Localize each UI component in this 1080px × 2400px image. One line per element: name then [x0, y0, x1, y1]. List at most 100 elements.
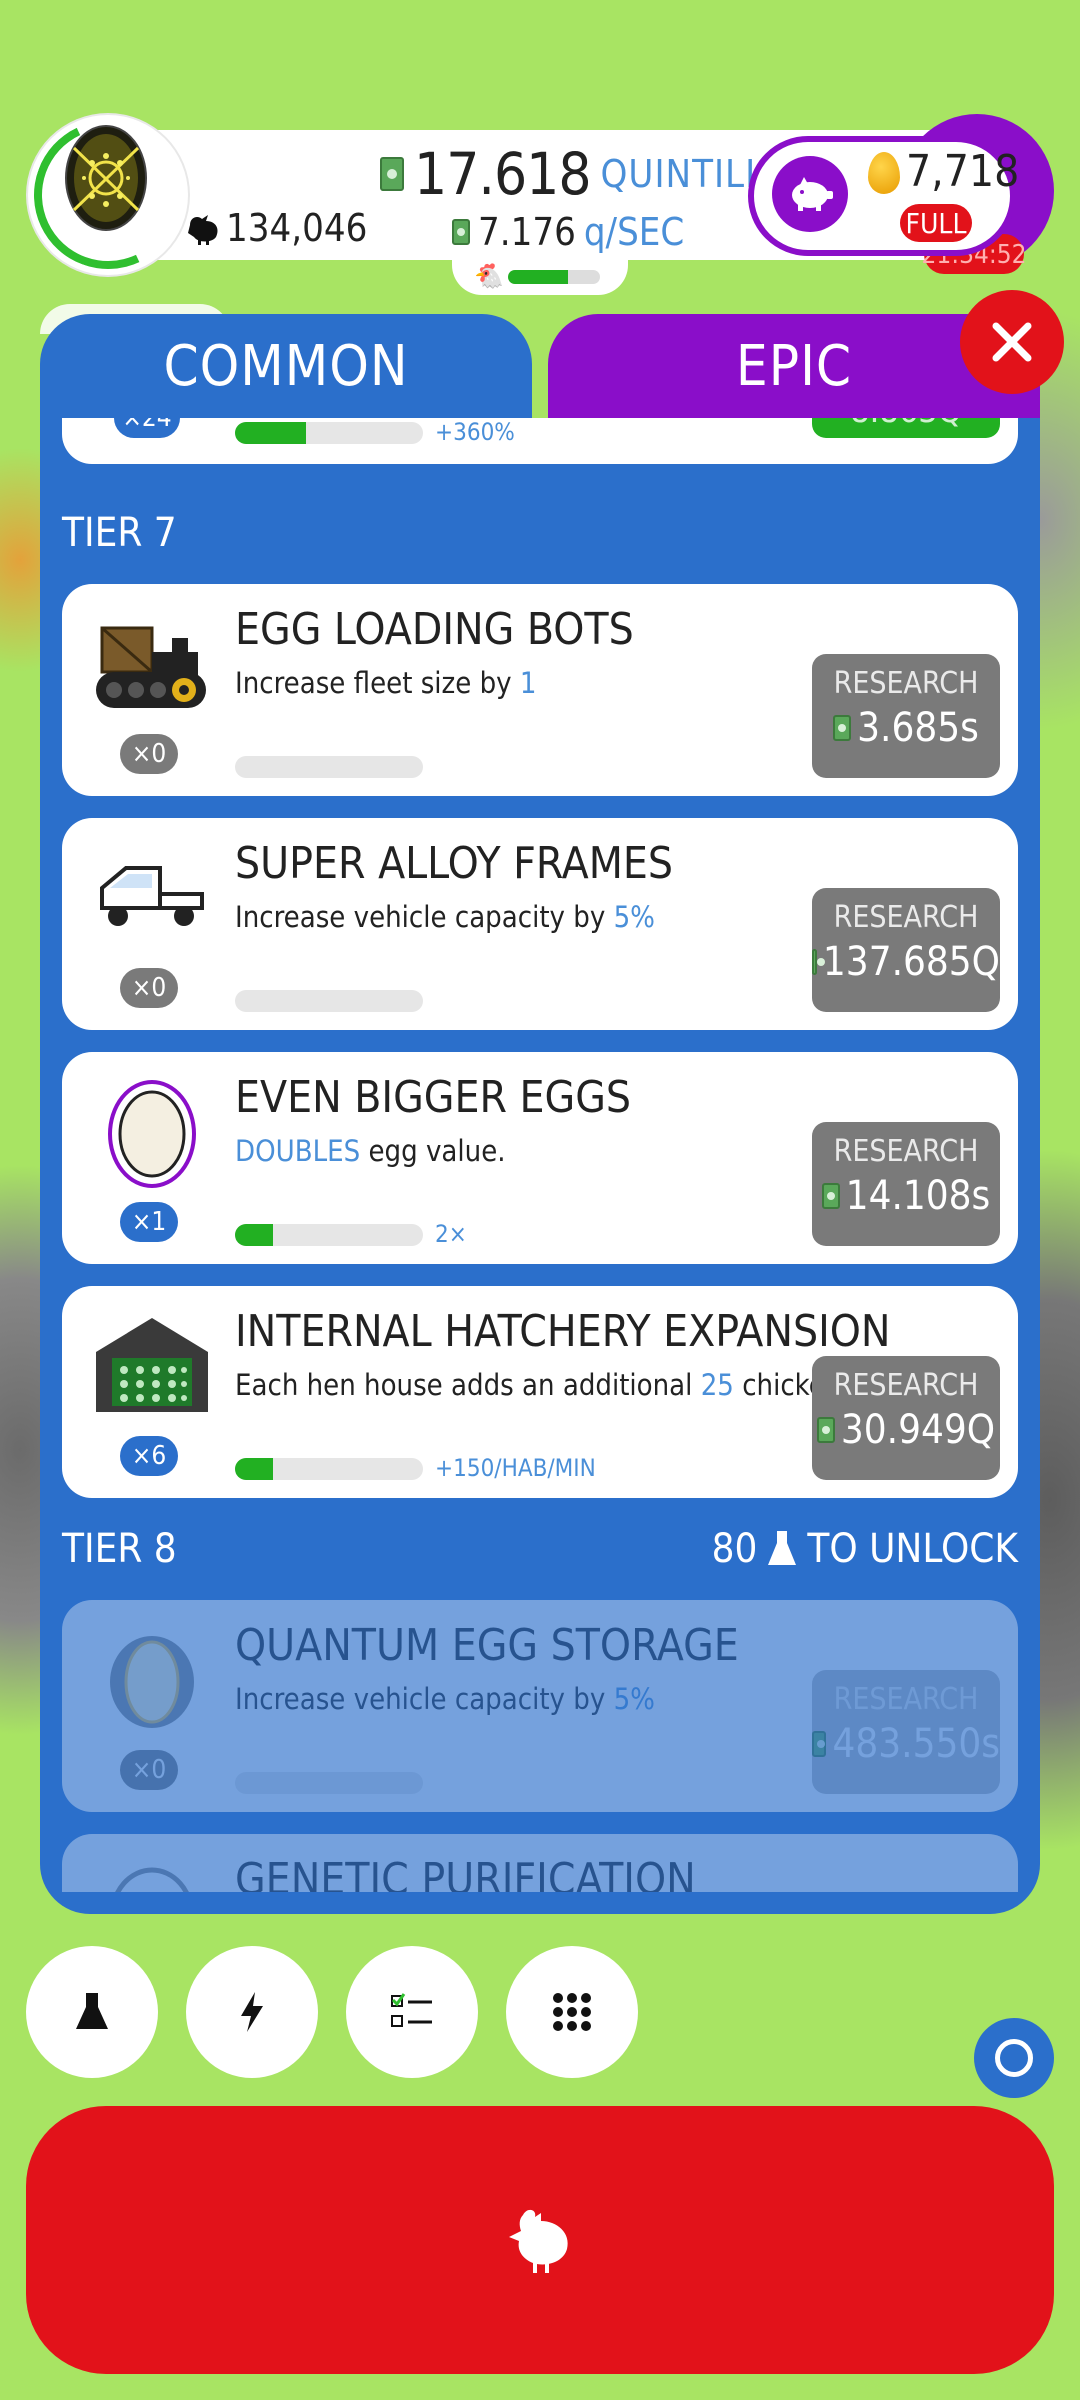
overlay-toggle-button[interactable] — [974, 2018, 1054, 2098]
research-title: EVEN BIGGER EGGS — [235, 1072, 632, 1123]
research-title: GENETIC PURIFICATION — [235, 1854, 696, 1892]
golden-egg-count: 7,718 — [906, 146, 1020, 197]
research-description: Increase vehicle capacity by 5% — [235, 900, 655, 934]
research-card-super-alloy-frames: ×0 SUPER ALLOY FRAMES Increase vehicle c… — [62, 818, 1018, 1030]
research-card-egg-loading-bots: ×0 EGG LOADING BOTS Increase fleet size … — [62, 584, 1018, 796]
research-card-quantum-egg-storage: ×0 QUANTUM EGG STORAGE Increase vehicle … — [62, 1600, 1018, 1812]
hab-capacity-bar — [508, 270, 600, 284]
research-list[interactable]: ×24 +360% 8.863Q TIER 7 ×0 EGG LOADING B… — [40, 418, 1040, 1892]
research-button-label: RESEARCH — [833, 666, 979, 701]
research-level-badge: ×0 — [120, 734, 178, 774]
research-button-label: RESEARCH — [833, 1368, 979, 1403]
tab-common-label: COMMON — [163, 334, 409, 399]
cash-icon — [452, 219, 470, 245]
quantum-egg-icon — [110, 1636, 194, 1728]
research-progress-label: +360% — [435, 418, 515, 446]
cash-icon — [380, 157, 404, 191]
tier-7-label: TIER 7 — [62, 510, 177, 556]
research-progress-fill — [235, 1458, 273, 1480]
research-card-genetic-purification: GENETIC PURIFICATION — [62, 1834, 1018, 1892]
boost-button[interactable] — [186, 1946, 318, 2078]
research-cost: 14.108s — [812, 1173, 1000, 1219]
research-progress-bar — [235, 1224, 423, 1246]
research-card-partial: ×24 +360% 8.863Q — [62, 418, 1018, 464]
research-button-label: RESEARCH — [833, 1134, 979, 1169]
menu-button[interactable] — [506, 1946, 638, 2078]
unlock-text: TO UNLOCK — [807, 1526, 1018, 1572]
research-progress-label: +150/HAB/MIN — [435, 1454, 596, 1482]
chicken-count: 134,046 — [186, 206, 367, 250]
research-progress-bar — [235, 990, 423, 1012]
research-button[interactable]: RESEARCH 14.108s — [812, 1122, 1000, 1246]
tier-8-unlock-requirement: 80 TO UNLOCK — [712, 1526, 1018, 1572]
research-title: SUPER ALLOY FRAMES — [235, 838, 674, 889]
rate-value: 7.176 — [478, 210, 576, 254]
golden-egg-icon — [868, 152, 900, 194]
research-progress-fill — [235, 1224, 273, 1246]
research-button-label: RESEARCH — [833, 1682, 979, 1717]
research-progress-label: 2× — [435, 1220, 467, 1248]
cash-icon — [816, 1417, 835, 1443]
current-egg-icon[interactable] — [62, 118, 150, 232]
research-level-badge: ×0 — [120, 968, 178, 1008]
research-description: Increase vehicle capacity by 5% — [235, 1682, 655, 1716]
hen-house-icon — [96, 1318, 208, 1412]
missions-button[interactable] — [346, 1946, 478, 2078]
research-title: QUANTUM EGG STORAGE — [235, 1620, 739, 1671]
cash-icon — [812, 1731, 827, 1757]
research-cost: 8.863Q — [850, 418, 962, 431]
dna-egg-icon — [115, 1867, 189, 1892]
piggy-full-badge: FULL — [900, 204, 972, 242]
menu-grid-icon — [553, 1993, 591, 2031]
research-cost: 137.685Q — [812, 939, 1000, 985]
research-level-badge: ×1 — [120, 1202, 178, 1242]
chicken-icon — [188, 215, 218, 245]
tier-8-label: TIER 8 — [62, 1526, 177, 1572]
research-progress-bar — [235, 1458, 423, 1480]
research-level-badge: ×6 — [120, 1436, 178, 1476]
research-card-internal-hatchery-expansion: ×6 INTERNAL HATCHERY EXPANSION Each hen … — [62, 1286, 1018, 1498]
truck-icon — [100, 866, 204, 926]
research-description: Increase fleet size by 1 — [235, 666, 537, 700]
egg-icon — [108, 1080, 196, 1188]
research-title: EGG LOADING BOTS — [235, 604, 634, 655]
loading-bot-icon — [96, 626, 206, 708]
research-button-main[interactable] — [26, 1946, 158, 2078]
hatch-chicken-button[interactable] — [26, 2106, 1054, 2374]
money-value: 17.618 — [414, 140, 592, 208]
chicken-count-value: 134,046 — [226, 206, 368, 250]
research-button[interactable]: RESEARCH 3.685s — [812, 654, 1000, 778]
hab-capacity-fill — [508, 270, 568, 284]
research-title: INTERNAL HATCHERY EXPANSION — [235, 1306, 891, 1357]
research-progress-bar — [235, 1772, 423, 1794]
boost-lightning-icon — [241, 1992, 263, 2032]
research-level-badge: ×0 — [120, 1750, 178, 1790]
close-button[interactable] — [960, 290, 1064, 394]
research-progress-bar — [235, 422, 423, 444]
research-button-locked: RESEARCH 483.550s — [812, 1670, 1000, 1794]
research-progress-fill — [235, 422, 307, 444]
research-level-badge: ×24 — [114, 418, 180, 438]
research-progress-bar — [235, 756, 423, 778]
research-button-label: RESEARCH — [833, 900, 979, 935]
circle-icon — [995, 2039, 1033, 2077]
research-button[interactable]: RESEARCH 30.949Q — [812, 1356, 1000, 1480]
piggy-bank-icon — [792, 177, 833, 211]
research-flask-icon — [76, 1993, 108, 2029]
cash-icon — [821, 1183, 840, 1209]
unlock-count: 80 — [711, 1526, 758, 1572]
close-icon — [992, 322, 1032, 362]
research-button[interactable]: RESEARCH 137.685Q — [812, 888, 1000, 1012]
chicken-icon — [509, 2209, 568, 2273]
research-cost-button[interactable]: 8.863Q — [812, 418, 1000, 438]
cash-icon — [833, 715, 852, 741]
research-card-even-bigger-eggs: ×1 EVEN BIGGER EGGS DOUBLES egg value. 2… — [62, 1052, 1018, 1264]
piggy-bank-button[interactable] — [772, 156, 848, 232]
hab-chicken-icon: 🐔 — [474, 262, 504, 290]
research-cost: 483.550s — [812, 1721, 1000, 1767]
cash-icon — [812, 949, 825, 975]
flask-icon — [768, 1531, 797, 1565]
research-description: DOUBLES egg value. — [235, 1134, 506, 1168]
missions-checklist-icon — [391, 1993, 432, 2027]
money-rate: 7.176 q/SEC — [452, 210, 684, 254]
